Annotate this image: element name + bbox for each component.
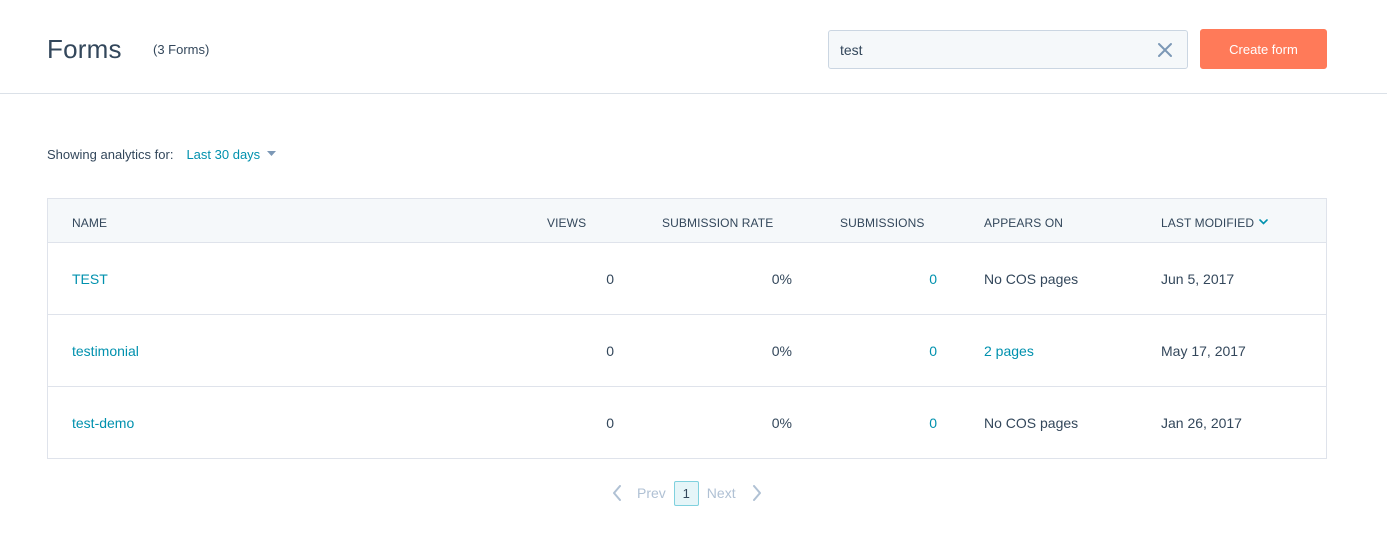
chevron-down-icon (1259, 219, 1268, 225)
last-modified-cell: May 17, 2017 (1161, 343, 1246, 359)
column-header-submissions[interactable]: SUBMISSIONS (840, 216, 924, 230)
views-cell: 0 (606, 271, 614, 287)
appears-on-cell: No COS pages (984, 415, 1079, 431)
form-name-link[interactable]: testimonial (72, 343, 139, 359)
column-header-last-modified[interactable]: LAST MODIFIED (1161, 216, 1268, 230)
views-cell: 0 (606, 343, 614, 359)
caret-down-icon (267, 151, 277, 156)
search-box (828, 30, 1188, 69)
submission-rate-cell: 0% (771, 343, 792, 359)
table-header: NAME VIEWS SUBMISSION RATE SUBMISSIONS A… (48, 199, 1326, 243)
column-header-name[interactable]: NAME (72, 216, 107, 230)
pagination: Prev 1 Next (612, 480, 762, 506)
analytics-label: Showing analytics for: (47, 146, 174, 162)
form-name-link[interactable]: test-demo (72, 415, 134, 431)
create-form-button[interactable]: Create form (1200, 29, 1327, 69)
forms-table: NAME VIEWS SUBMISSION RATE SUBMISSIONS A… (47, 198, 1327, 459)
last-modified-cell: Jan 26, 2017 (1161, 415, 1242, 431)
views-cell: 0 (606, 415, 614, 431)
submissions-link[interactable]: 0 (868, 343, 937, 359)
column-header-appears-on[interactable]: APPEARS ON (984, 216, 1063, 230)
page-header: Forms (3 Forms) Create form (0, 0, 1387, 94)
table-row: testimonial 0 0% 0 2 pages May 17, 2017 (48, 315, 1326, 387)
next-page-button[interactable]: Next (707, 485, 736, 501)
form-count: (3 Forms) (153, 42, 210, 57)
submissions-link[interactable]: 0 (868, 415, 937, 431)
submission-rate-cell: 0% (771, 271, 792, 287)
column-header-submission-rate[interactable]: SUBMISSION RATE (662, 216, 773, 230)
date-range-value: Last 30 days (186, 146, 261, 162)
chevron-left-icon[interactable] (612, 485, 622, 501)
analytics-filter: Showing analytics for: Last 30 days (47, 145, 277, 163)
chevron-right-icon[interactable] (752, 485, 762, 501)
column-header-last-modified-label: LAST MODIFIED (1161, 216, 1255, 230)
table-row: TEST 0 0% 0 No COS pages Jun 5, 2017 (48, 243, 1326, 315)
form-name-link[interactable]: TEST (72, 271, 108, 287)
submission-rate-cell: 0% (771, 415, 792, 431)
submissions-link[interactable]: 0 (868, 271, 937, 287)
column-header-views[interactable]: VIEWS (547, 216, 586, 230)
appears-on-cell: No COS pages (984, 271, 1079, 287)
search-input[interactable] (829, 31, 1139, 68)
appears-on-link[interactable]: 2 pages (984, 343, 1034, 359)
prev-page-button[interactable]: Prev (637, 485, 666, 501)
date-range-dropdown[interactable]: Last 30 days (186, 146, 277, 162)
last-modified-cell: Jun 5, 2017 (1161, 271, 1235, 287)
page-number-button[interactable]: 1 (673, 480, 699, 506)
table-row: test-demo 0 0% 0 No COS pages Jan 26, 20… (48, 387, 1326, 459)
page-title: Forms (47, 34, 122, 64)
close-icon[interactable] (1157, 42, 1173, 58)
